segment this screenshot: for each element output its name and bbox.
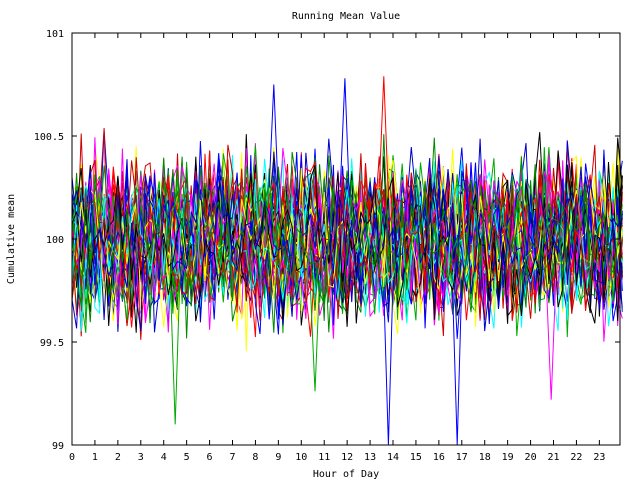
x-tick-label: 1 xyxy=(92,452,98,463)
y-tick-label: 101 xyxy=(46,29,64,40)
x-tick-label: 20 xyxy=(525,452,537,463)
x-tick-label: 21 xyxy=(547,452,559,463)
x-tick-label: 17 xyxy=(456,452,468,463)
x-tick-label: 22 xyxy=(570,452,582,463)
running-mean-chart: 0 1 2 3 4 5 6 7 8 9 10 11 12 13 14 15 16 17 18 19 20 21 22 2399… xyxy=(0,0,640,480)
x-tick-label: 11 xyxy=(318,452,330,463)
x-tick-label: 12 xyxy=(341,452,353,463)
x-tick-label: 16 xyxy=(433,452,445,463)
y-tick-label: 100.5 xyxy=(34,132,64,143)
x-tick-label: 9 xyxy=(275,452,281,463)
x-tick-label: 4 xyxy=(161,452,167,463)
y-axis-label: Cumulative mean xyxy=(6,194,17,284)
x-tick-label: 0 xyxy=(69,452,75,463)
x-tick-label: 23 xyxy=(593,452,605,463)
x-tick-label: 15 xyxy=(410,452,422,463)
x-tick-label: 10 xyxy=(295,452,307,463)
chart-title: Running Mean Value xyxy=(292,11,400,22)
x-tick-label: 13 xyxy=(364,452,376,463)
x-tick-label: 5 xyxy=(184,452,190,463)
y-tick-label: 99 xyxy=(52,441,64,452)
x-tick-label: 6 xyxy=(207,452,213,463)
x-tick-label: 3 xyxy=(138,452,144,463)
x-tick-label: 8 xyxy=(252,452,258,463)
x-tick-label: 2 xyxy=(115,452,121,463)
x-tick-label: 7 xyxy=(229,452,235,463)
x-tick-label: 18 xyxy=(479,452,491,463)
x-tick-label: 14 xyxy=(387,452,399,463)
y-tick-label: 99.5 xyxy=(40,338,64,349)
x-tick-label: 19 xyxy=(502,452,514,463)
x-axis-label: Hour of Day xyxy=(313,469,379,480)
y-tick-label: 100 xyxy=(46,235,64,246)
